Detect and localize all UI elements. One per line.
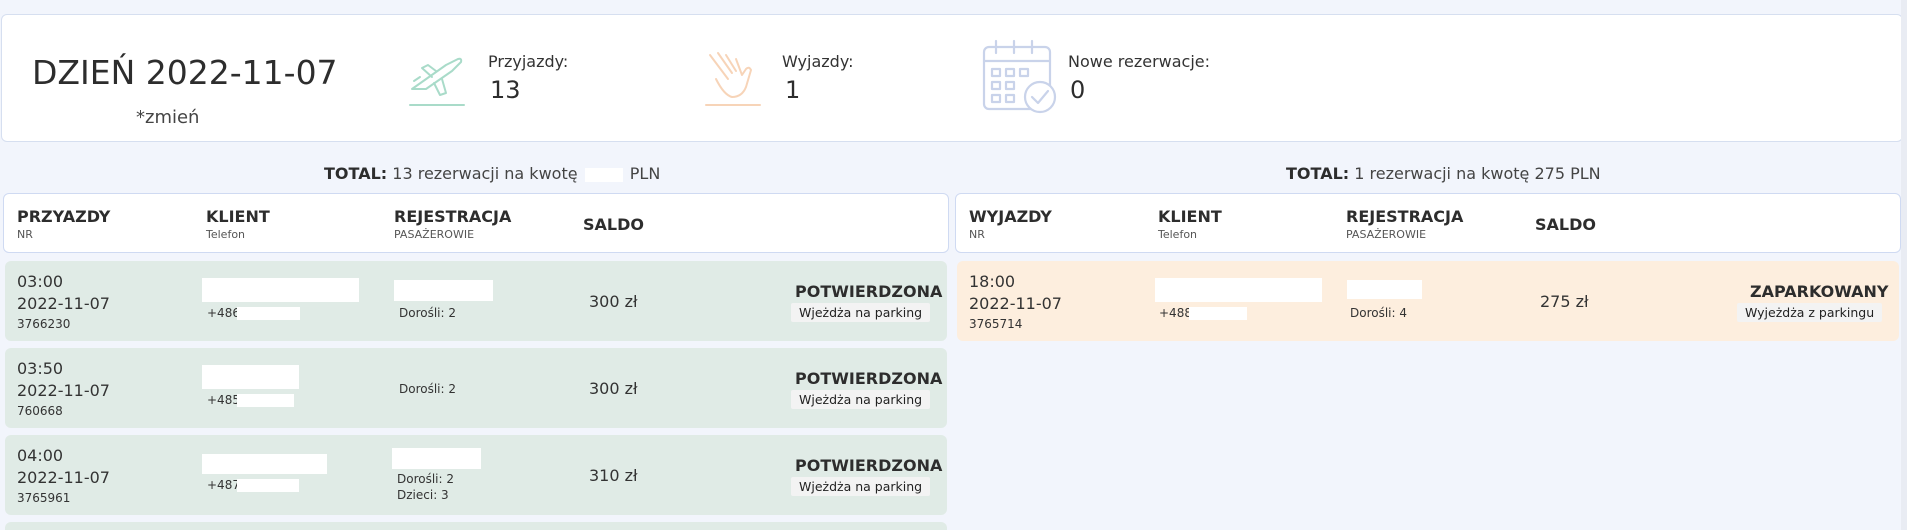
day-title: DZIEŃ 2022-11-07	[32, 53, 338, 92]
departures-total: TOTAL: 1 rezerwacji na kwotę 275 PLN	[1286, 164, 1601, 183]
col-subheader-phone: Telefon	[1158, 228, 1198, 241]
calendar-check-icon	[982, 39, 1057, 114]
arrivals-total-currency: PLN	[629, 164, 661, 183]
passengers-children: Dzieci: 3	[397, 488, 449, 502]
redacted-registration	[1347, 280, 1422, 299]
arrival-time: 03:50	[17, 359, 64, 378]
col-header-saldo[interactable]: SALDO	[583, 215, 644, 234]
arrival-time: 03:00	[17, 272, 64, 291]
arrivals-table-header: PRZYAZDY NR KLIENT Telefon REJESTRACJA P…	[3, 193, 949, 253]
plane-landing-icon	[409, 57, 465, 106]
client-phone: +487	[207, 478, 240, 492]
col-header-departures[interactable]: WYJAZDY	[969, 207, 1052, 226]
arrival-row[interactable]: 04:00 2022-11-07 3765961 +487 Dorośli: 2…	[5, 435, 947, 515]
reservation-number: 3765961	[17, 491, 71, 505]
arrival-row[interactable]: 03:50 2022-11-07 760668 +485 Dorośli: 2 …	[5, 348, 947, 428]
departures-table-header: WYJAZDY NR KLIENT Telefon REJESTRACJA PA…	[955, 193, 1901, 253]
page-scrollbar[interactable]	[1901, 0, 1907, 530]
arrival-date: 2022-11-07	[17, 468, 110, 487]
col-header-arrivals[interactable]: PRZYAZDY	[17, 207, 110, 226]
departure-time: 18:00	[969, 272, 1016, 291]
passengers-adults: Dorośli: 2	[399, 382, 457, 396]
passengers-adults: Dorośli: 2	[397, 472, 455, 486]
col-header-client[interactable]: KLIENT	[206, 207, 270, 226]
reservation-status: POTWIERDZONA	[795, 456, 943, 475]
col-subheader-phone: Telefon	[206, 228, 246, 241]
redacted-amount	[584, 167, 623, 182]
departures-stat-value: 1	[785, 76, 801, 104]
redacted-phone	[237, 307, 300, 320]
change-date-link[interactable]: *zmień	[136, 107, 199, 128]
exit-parking-button[interactable]: Wyjeżdża z parkingu	[1737, 303, 1883, 322]
reservation-number: 3766230	[17, 317, 71, 331]
col-header-registration[interactable]: REJESTRACJA	[394, 207, 511, 226]
reservation-number: 760668	[17, 404, 63, 418]
arrivals-total: TOTAL: 13 rezerwacji na kwotę PLN	[324, 164, 660, 183]
redacted-client-name	[1155, 278, 1322, 302]
col-subheader-nr: NR	[969, 228, 985, 241]
col-subheader-nr: NR	[17, 228, 33, 241]
balance: 300 zł	[589, 292, 638, 311]
enter-parking-button[interactable]: Wjeżdża na parking	[791, 303, 931, 322]
passengers-adults: Dorośli: 4	[1350, 306, 1408, 320]
col-header-saldo[interactable]: SALDO	[1535, 215, 1596, 234]
reservation-status: ZAPARKOWANY	[1750, 282, 1889, 301]
new-reservations-stat-value: 0	[1070, 76, 1086, 104]
redacted-client-name	[202, 365, 299, 389]
balance: 310 zł	[589, 466, 638, 485]
arrivals-total-text: 13 rezerwacji na kwotę	[392, 164, 578, 183]
redacted-phone	[1189, 307, 1247, 320]
arrival-row[interactable]: 03:00 2022-11-07 3766230 +486 Dorośli: 2…	[5, 261, 947, 341]
departures-total-label: TOTAL:	[1286, 164, 1350, 183]
arrivals-total-label: TOTAL:	[324, 164, 388, 183]
enter-parking-button[interactable]: Wjeżdża na parking	[791, 390, 931, 409]
client-phone: +488	[1159, 306, 1192, 320]
departures-stat-label: Wyjazdy:	[782, 52, 854, 71]
client-phone: +485	[207, 393, 240, 407]
day-summary-card: DZIEŃ 2022-11-07 *zmień Przyjazdy: 13 Wy…	[1, 14, 1903, 142]
redacted-phone	[237, 394, 294, 407]
arrival-date: 2022-11-07	[17, 381, 110, 400]
redacted-client-name	[202, 278, 359, 302]
arrival-date: 2022-11-07	[17, 294, 110, 313]
redacted-phone	[237, 479, 299, 492]
reservation-status: POTWIERDZONA	[795, 369, 943, 388]
passengers-adults: Dorośli: 2	[399, 306, 457, 320]
arrival-row[interactable]	[5, 522, 947, 530]
arrival-time: 04:00	[17, 446, 64, 465]
arrivals-stat-value: 13	[490, 76, 521, 104]
col-subheader-passengers: PASAŻEROWIE	[394, 228, 475, 241]
arrivals-stat-label: Przyjazdy:	[488, 52, 569, 71]
balance: 275 zł	[1540, 292, 1589, 311]
col-header-registration[interactable]: REJESTRACJA	[1346, 207, 1463, 226]
col-subheader-passengers: PASAŻEROWIE	[1346, 228, 1427, 241]
redacted-registration	[394, 280, 493, 301]
hand-wave-icon	[705, 52, 761, 106]
reservation-number: 3765714	[969, 317, 1023, 331]
balance: 300 zł	[589, 379, 638, 398]
reservation-status: POTWIERDZONA	[795, 282, 943, 301]
departure-date: 2022-11-07	[969, 294, 1062, 313]
client-phone: +486	[207, 306, 240, 320]
departures-total-text: 1 rezerwacji na kwotę 275 PLN	[1354, 164, 1601, 183]
col-header-client[interactable]: KLIENT	[1158, 207, 1222, 226]
redacted-client-name	[202, 454, 327, 474]
new-reservations-stat-label: Nowe rezerwacje:	[1068, 52, 1211, 71]
departure-row[interactable]: 18:00 2022-11-07 3765714 +488 Dorośli: 4…	[957, 261, 1899, 341]
redacted-registration	[392, 448, 481, 469]
enter-parking-button[interactable]: Wjeżdża na parking	[791, 477, 931, 496]
